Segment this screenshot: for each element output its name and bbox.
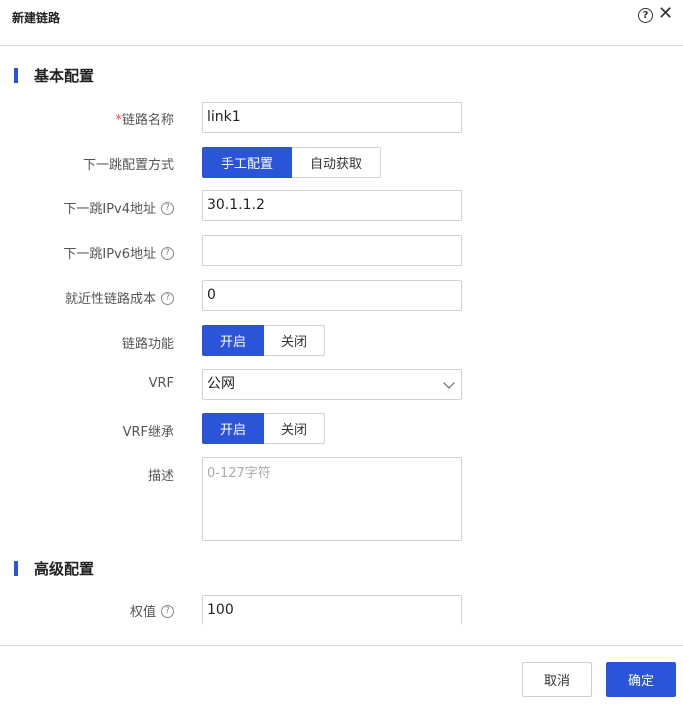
confirm-button[interactable]: 确定 [606, 662, 676, 697]
cancel-button[interactable]: 取消 [522, 662, 592, 697]
dialog-title: 新建链路 [12, 11, 61, 25]
help-icon[interactable]: ? [161, 605, 174, 618]
section-title-basic: 基本配置 [34, 67, 95, 85]
manual-config-button[interactable]: 手工配置 [202, 147, 292, 178]
next-hop-ipv4-label-text: 下一跳IPv4地址 [63, 202, 156, 217]
vrf-select[interactable]: 公网 [202, 369, 462, 400]
vrf-inherit-toggle: 开启 关闭 [202, 413, 325, 444]
vrf-inherit-on-button[interactable]: 开启 [202, 413, 264, 444]
link-function-off-button[interactable]: 关闭 [264, 325, 325, 356]
link-name-input[interactable]: link1 [202, 102, 462, 133]
help-icon[interactable]: ? [161, 292, 174, 305]
link-function-label: 链路功能 [121, 337, 174, 352]
section-title-advanced: 高级配置 [34, 560, 95, 578]
next-hop-mode-label: 下一跳配置方式 [82, 158, 174, 173]
proximity-cost-label-text: 就近性链路成本 [64, 292, 156, 307]
description-label: 描述 [147, 469, 174, 484]
section-accent-bar [14, 561, 18, 576]
link-function-toggle: 开启 关闭 [202, 325, 325, 356]
next-hop-mode-toggle: 手工配置 自动获取 [202, 147, 381, 178]
question-circle-icon[interactable]: ? [638, 8, 653, 23]
vrf-label: VRF [148, 376, 174, 391]
close-icon[interactable]: ✕ [658, 4, 673, 24]
vrf-inherit-label: VRF继承 [122, 425, 174, 440]
vrf-select-value: 公网 [207, 376, 235, 392]
description-textarea[interactable]: 0-127字符 [202, 457, 462, 541]
chevron-down-icon [443, 377, 455, 389]
next-hop-ipv6-label-text: 下一跳IPv6地址 [63, 247, 156, 262]
proximity-cost-input[interactable]: 0 [202, 280, 462, 311]
link-name-label-text: 链路名称 [121, 113, 174, 128]
next-hop-ipv4-label: 下一跳IPv4地址? [63, 198, 174, 217]
link-function-on-button[interactable]: 开启 [202, 325, 264, 356]
next-hop-ipv4-input[interactable]: 30.1.1.2 [202, 190, 462, 221]
weight-label-text: 权值 [129, 605, 156, 620]
weight-input[interactable]: 100 [202, 595, 462, 625]
vrf-inherit-off-button[interactable]: 关闭 [264, 413, 325, 444]
footer-divider [0, 645, 683, 646]
help-icon[interactable]: ? [161, 247, 174, 260]
next-hop-ipv6-label: 下一跳IPv6地址? [63, 243, 174, 262]
weight-label: 权值? [130, 601, 174, 620]
help-icon[interactable]: ? [161, 202, 174, 215]
link-name-label: *链路名称 [115, 109, 174, 128]
section-accent-bar [14, 68, 18, 83]
next-hop-ipv6-input[interactable] [202, 235, 462, 266]
dialog-header: 新建链路 ? ✕ [0, 0, 683, 46]
proximity-cost-label: 就近性链路成本? [65, 288, 174, 307]
auto-obtain-button[interactable]: 自动获取 [292, 147, 381, 178]
